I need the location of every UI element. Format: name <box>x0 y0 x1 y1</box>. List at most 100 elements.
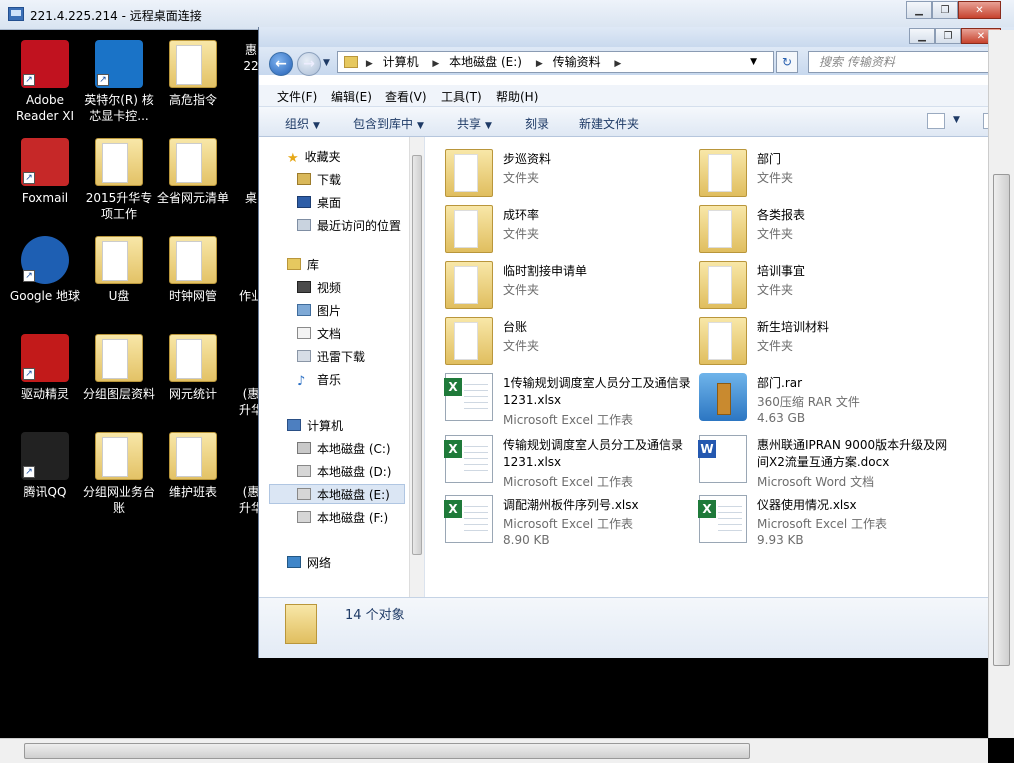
view-options-icon[interactable] <box>927 113 945 129</box>
nav-drive-c[interactable]: 本地磁盘 (C:) <box>297 439 391 459</box>
scrollbar-thumb[interactable] <box>412 155 422 555</box>
address-bar[interactable]: ▶ 计算机 ▶ 本地磁盘 (E:) ▶ 传输资料 ▶ ▼ <box>337 51 774 73</box>
breadcrumb-current-folder[interactable]: 传输资料 <box>553 55 601 69</box>
close-icon[interactable]: ✕ <box>958 1 1001 19</box>
desktop-icon-item[interactable]: 维护班表 <box>156 432 230 500</box>
new-folder-button[interactable]: 新建文件夹 <box>579 115 639 132</box>
menu-help[interactable]: 帮助(H) <box>496 88 538 105</box>
desktop-icon-item[interactable]: 2015升华专项工作 <box>82 138 156 222</box>
desktop-icon-item[interactable]: 分组图层资料 <box>82 334 156 402</box>
back-arrow-icon[interactable]: ← <box>269 52 293 76</box>
desktop-icon-item[interactable]: ↗ 腾讯QQ <box>8 432 82 500</box>
breadcrumb-drive-e[interactable]: 本地磁盘 (E:) <box>449 55 522 69</box>
search-input[interactable]: 搜索 传输资料 <box>808 51 1014 73</box>
desktop-icon-item[interactable]: U盘 <box>82 236 156 304</box>
desktop-icon-item[interactable]: ↗ Adobe Reader XI <box>8 40 82 124</box>
nav-computer[interactable]: 计算机 <box>287 416 343 436</box>
nav-recent-places[interactable]: 最近访问的位置 <box>297 216 401 236</box>
file-item[interactable]: 惠州联通IPRAN 9000版本升级及网间X2流量互通方案.docx Micros… <box>698 435 949 489</box>
file-item[interactable]: 传输规划调度室人员分工及通信录1231.xlsx Microsoft Excel … <box>444 435 695 489</box>
remote-vertical-scrollbar[interactable] <box>988 30 1014 738</box>
desktop-icon-label: 驱动精灵 <box>20 387 69 401</box>
menu-edit[interactable]: 编辑(E) <box>331 88 372 105</box>
desktop-icon-item[interactable]: ↗ 驱动精灵 <box>8 334 82 402</box>
breadcrumb-computer[interactable]: 计算机 <box>383 55 419 69</box>
desktop-icon-label: Google 地球 <box>9 289 81 303</box>
scrollbar-thumb[interactable] <box>24 743 750 759</box>
file-item[interactable]: 新生培训材料 文件夹 <box>699 317 949 369</box>
file-name: 培训事宜 <box>757 264 806 278</box>
address-dropdown-icon[interactable]: ▼ <box>750 52 757 72</box>
nav-downloads[interactable]: 下载 <box>297 170 341 190</box>
file-type: Microsoft Excel 工作表 <box>503 413 634 427</box>
breadcrumb-chevron-icon[interactable]: ▶ <box>614 59 621 69</box>
remote-horizontal-scrollbar[interactable] <box>0 738 988 763</box>
desktop-icon-item[interactable]: ↗ Foxmail <box>8 138 82 206</box>
organize-button[interactable]: 组织 ▼ <box>285 115 320 132</box>
file-item[interactable]: 部门.rar 360压缩 RAR 文件 4.63 GB <box>699 373 949 425</box>
nav-drive-d[interactable]: 本地磁盘 (D:) <box>297 462 391 482</box>
nav-favorites[interactable]: ★ 收藏夹 <box>287 147 341 167</box>
recent-pages-chevron-icon[interactable]: ▼ <box>323 58 330 68</box>
desktop-icon-item[interactable]: 分组网业务台账 <box>82 432 156 516</box>
file-item[interactable]: 成环率 文件夹 <box>445 205 695 257</box>
desktop-icon-label: U盘 <box>108 289 130 303</box>
scrollbar-thumb[interactable] <box>993 174 1010 666</box>
desktop-icon-item[interactable]: 时钟网管 <box>156 236 230 304</box>
file-item[interactable]: 1传输规划调度室人员分工及通信录1231.xlsx Microsoft Excel… <box>444 373 695 427</box>
share-button[interactable]: 共享 ▼ <box>457 115 492 132</box>
burn-button[interactable]: 刻录 <box>525 115 549 132</box>
desktop-icon-item[interactable]: 网元统计 <box>156 334 230 402</box>
menu-view[interactable]: 查看(V) <box>385 88 427 105</box>
shortcut-arrow-icon: ↗ <box>23 172 35 184</box>
refresh-icon[interactable]: ↻ <box>776 51 798 73</box>
file-item[interactable]: 仪器使用情况.xlsx Microsoft Excel 工作表 9.93 KB <box>698 495 949 547</box>
menu-file[interactable]: 文件(F) <box>277 88 317 105</box>
desktop-icon-item[interactable]: ↗ 英特尔(R) 核芯显卡控... <box>82 40 156 124</box>
restore-icon[interactable]: ❐ <box>932 1 958 19</box>
folder-icon <box>699 205 747 253</box>
excel-file-icon <box>698 495 747 543</box>
include-in-library-button[interactable]: 包含到库中 ▼ <box>353 115 424 132</box>
file-type: 文件夹 <box>503 283 540 297</box>
nav-videos[interactable]: 视频 <box>297 278 341 298</box>
nav-music[interactable]: ♪ 音乐 <box>297 370 341 390</box>
restore-icon[interactable]: ❐ <box>935 28 961 44</box>
breadcrumb-chevron-icon[interactable]: ▶ <box>432 59 439 69</box>
minimize-icon[interactable]: ▁ <box>906 1 932 19</box>
google-earth-icon: ↗ <box>21 236 69 284</box>
file-item[interactable]: 临时割接申请单 文件夹 <box>445 261 695 313</box>
folder-icon <box>445 317 493 365</box>
navigation-scrollbar[interactable] <box>409 137 424 597</box>
breadcrumb-chevron-icon[interactable]: ▶ <box>536 59 543 69</box>
shortcut-arrow-icon: ↗ <box>23 466 35 478</box>
remote-desktop-icon <box>8 7 24 21</box>
nav-network[interactable]: 网络 <box>287 553 331 573</box>
nav-documents[interactable]: 文档 <box>297 324 341 344</box>
forward-arrow-icon[interactable]: → <box>297 52 321 76</box>
file-item[interactable]: 台账 文件夹 <box>445 317 695 369</box>
nav-drive-e[interactable]: 本地磁盘 (E:) <box>269 484 405 504</box>
menu-tools[interactable]: 工具(T) <box>441 88 482 105</box>
explorer-titlebar: ▁ ❐ ✕ <box>259 27 1014 47</box>
desktop-icon-item[interactable]: 全省网元清单 <box>156 138 230 206</box>
file-item[interactable]: 调配潮州板件序列号.xlsx Microsoft Excel 工作表 8.90 KB <box>444 495 695 547</box>
nav-pictures[interactable]: 图片 <box>297 301 341 321</box>
desktop-icon-label: 高危指令 <box>168 93 217 107</box>
breadcrumb-chevron-icon[interactable]: ▶ <box>366 59 373 69</box>
desktop-icon-label: 时钟网管 <box>168 289 217 303</box>
file-type: 文件夹 <box>757 339 794 353</box>
file-item[interactable]: 步巡资料 文件夹 <box>445 149 695 201</box>
nav-drive-f[interactable]: 本地磁盘 (F:) <box>297 508 388 528</box>
minimize-icon[interactable]: ▁ <box>909 28 935 44</box>
view-dropdown-icon[interactable]: ▼ <box>953 115 960 125</box>
desktop-icon-item[interactable]: ↗ Google 地球 <box>8 236 82 304</box>
desktop-icon-item[interactable]: 高危指令 <box>156 40 230 108</box>
nav-libraries[interactable]: 库 <box>287 255 319 275</box>
file-item[interactable]: 培训事宜 文件夹 <box>699 261 949 313</box>
file-item[interactable]: 部门 文件夹 <box>699 149 949 201</box>
details-pane: 14 个对象 <box>259 597 1014 658</box>
nav-thunder-downloads[interactable]: 迅雷下载 <box>297 347 365 367</box>
file-item[interactable]: 各类报表 文件夹 <box>699 205 949 257</box>
nav-desktop[interactable]: 桌面 <box>297 193 341 213</box>
